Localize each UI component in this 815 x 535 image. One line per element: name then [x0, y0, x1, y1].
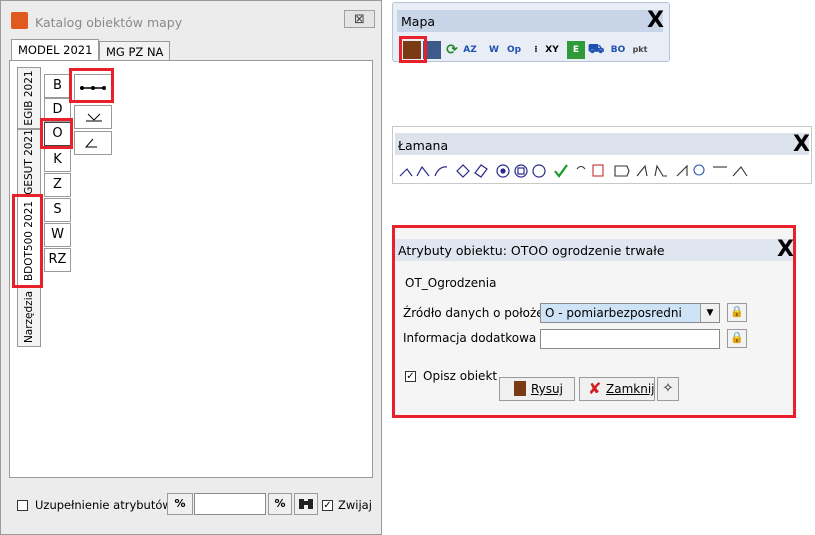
refresh-icon[interactable]: ⟳ [443, 41, 461, 59]
tab-model-2021[interactable]: MODEL 2021 [11, 39, 100, 61]
car-icon[interactable]: ⛟ [587, 41, 605, 59]
vtab-label: GESUT 2021 [23, 129, 35, 195]
zrodlo-value: O - pomiarbezposredni [545, 306, 682, 320]
letter-b-button[interactable]: B [44, 74, 71, 98]
letter-w-button[interactable]: W [44, 223, 71, 247]
bo-tool-button[interactable]: BO [607, 41, 629, 59]
mapa-toolbar: Mapa X ⟳ AZ W Op ⁝ XY E ⛟ BO pkt [392, 2, 670, 62]
crosshair-button[interactable]: ✧ [657, 377, 679, 401]
rysuj-label: Rysuj [531, 382, 563, 396]
letter-d-button[interactable]: D [44, 98, 71, 122]
fence-line-symbol-button[interactable] [74, 74, 112, 101]
zamknij-label: Zamknij [606, 382, 655, 396]
vtab-bdot500-2021[interactable]: BDOT500 2021 [17, 195, 41, 287]
zamknij-button[interactable]: ✘ Zamknij [579, 377, 655, 401]
op-tool-button[interactable]: Op [503, 41, 525, 59]
zrodlo-lock-button[interactable]: 🔒 [727, 303, 747, 322]
angle-symbol-button[interactable] [74, 131, 112, 155]
info-lock-button[interactable]: 🔒 [727, 329, 747, 348]
vtab-egib-2021[interactable]: EGIB 2021 [17, 67, 41, 129]
class-name-label: OT_Ogrodzenia [405, 276, 497, 290]
katalog-window: Katalog obiektów mapy ⊠ MODEL 2021 MG PZ… [0, 0, 382, 535]
info-input[interactable] [540, 329, 720, 349]
katalog-title: Katalog obiektów mapy [35, 15, 183, 30]
polyline-tools-icon [399, 164, 748, 178]
lamana-titlebar [395, 133, 809, 155]
percent-left-button[interactable]: % [167, 493, 193, 515]
angle-symbol-icon [84, 138, 97, 148]
letter-z-button[interactable]: Z [44, 173, 71, 197]
binoculars-icon [299, 499, 313, 509]
crosshair-icon: ✧ [662, 381, 674, 396]
vtab-label: Narzędzia [23, 290, 35, 344]
info-label: Informacja dodatkowa : [403, 331, 545, 345]
search-input[interactable] [194, 493, 266, 515]
atrybuty-window: Atrybuty obiektu: OTOO ogrodzenie trwałe… [395, 225, 795, 417]
letter-o-button[interactable]: O [44, 122, 71, 146]
katalog-close-button[interactable]: ⊠ [344, 10, 375, 28]
sort-az-icon[interactable]: AZ [461, 41, 479, 59]
letter-rz-button[interactable]: RZ [44, 248, 71, 272]
tab-mg-pz-na[interactable]: MG PZ NA [99, 41, 171, 61]
uzupelnienie-label: Uzupełnienie atrybutów [35, 498, 172, 512]
ruler-book-icon [514, 381, 526, 396]
letter-k-button[interactable]: K [44, 148, 71, 172]
vtab-gesut-2021[interactable]: GESUT 2021 [17, 129, 41, 195]
zwijaj-label: Zwijaj [338, 498, 372, 512]
binoculars-button[interactable] [294, 493, 318, 515]
lamana-toolbar: Łamana X [392, 126, 812, 184]
mapa-titlebar [397, 10, 663, 32]
percent-right-button[interactable]: % [268, 493, 292, 515]
atrybuty-title: Atrybuty obiektu: OTOO ogrodzenie trwałe [398, 243, 665, 258]
fence-line-icon [80, 86, 106, 90]
gate-symbol-button[interactable] [74, 105, 112, 129]
xy-tool-button[interactable]: XY [541, 41, 563, 59]
vtab-narzedzia[interactable]: Narzędzia [17, 287, 41, 347]
vtab-label: BDOT500 2021 [23, 200, 35, 282]
ruler-book-icon[interactable] [403, 41, 421, 59]
letter-s-button[interactable]: S [44, 198, 71, 222]
lamana-tools [397, 161, 809, 181]
map-layers-icon[interactable] [423, 41, 441, 59]
lamana-title: Łamana [398, 138, 449, 153]
uzupelnienie-checkbox[interactable] [17, 500, 28, 511]
vtab-label: EGIB 2021 [23, 70, 35, 126]
gate-symbol-icon [86, 113, 102, 122]
rysuj-button[interactable]: Rysuj [499, 377, 575, 401]
chevron-down-icon[interactable]: ▼ [700, 304, 719, 322]
excel-icon[interactable]: E [567, 41, 585, 59]
mapa-title: Mapa [401, 14, 436, 29]
close-icon: ✘ [588, 379, 602, 398]
lamana-close-button[interactable]: X [793, 134, 810, 156]
mapa-close-button[interactable]: X [647, 10, 664, 32]
zrodlo-select[interactable]: O - pomiarbezposredni ▼ [540, 303, 720, 323]
zwijaj-checkbox[interactable]: ✓ [322, 500, 333, 511]
zrodlo-label: Źródło danych o położen [403, 306, 552, 320]
opisz-checkbox[interactable]: ✓ [405, 371, 416, 382]
opisz-label: Opisz obiekt [423, 369, 498, 383]
pkt-icon[interactable]: pkt [631, 41, 649, 59]
atrybuty-close-button[interactable]: X [777, 239, 794, 261]
app-icon [11, 12, 28, 29]
wb-icon[interactable]: W [485, 41, 503, 59]
